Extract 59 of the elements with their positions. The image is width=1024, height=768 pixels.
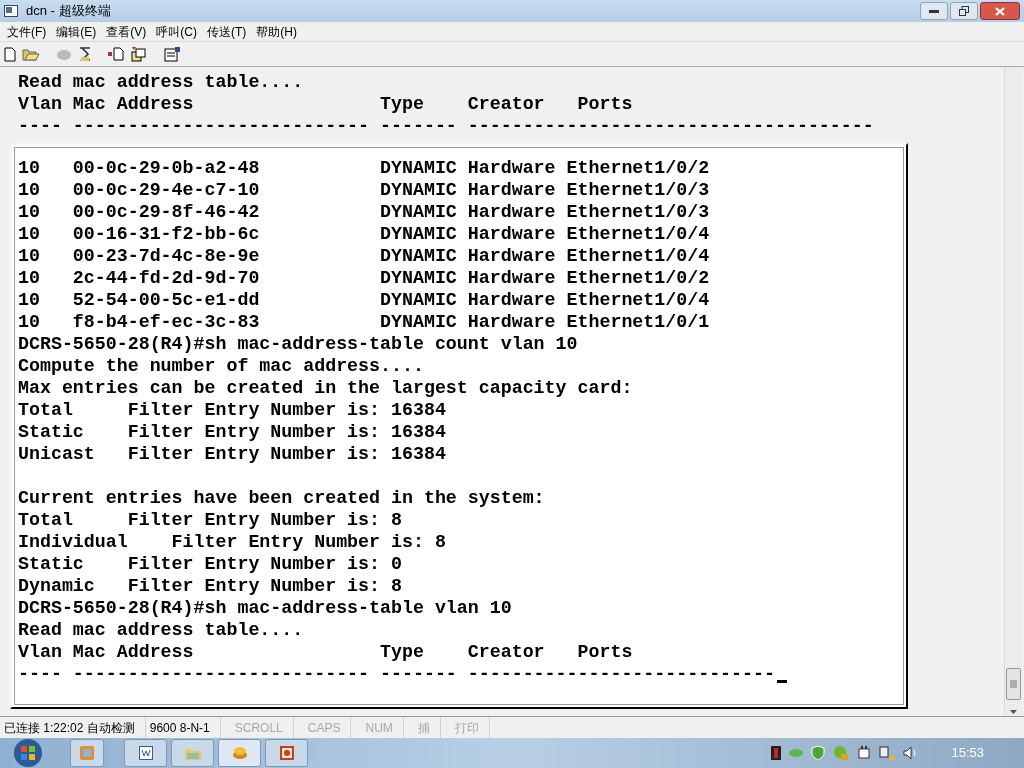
terminal-line: 10 00-0c-29-4e-c7-10 DYNAMIC Hardware Ethernet1/0/3 (18, 179, 710, 201)
terminal-line: Individual Filter Entry Number is: 8 (18, 531, 446, 553)
power-plug-icon[interactable] (857, 745, 872, 761)
presentation-icon (279, 746, 294, 760)
terminal-line: Static Filter Entry Number is: 16384 (18, 421, 446, 443)
window-title: dcn - 超级终端 (26, 2, 111, 21)
restore-icon (959, 6, 969, 16)
film-icon[interactable] (771, 746, 782, 760)
terminal-line: Read mac address table.... (18, 619, 304, 641)
terminal-line: 10 2c-44-fd-2d-9d-70 DYNAMIC Hardware Ethernet1/0/2 (18, 267, 710, 289)
menu-item[interactable]: 文件(F) (2, 22, 52, 41)
terminal-line: 10 00-16-31-f2-bb-6c DYNAMIC Hardware Ethernet1/0/4 (18, 223, 710, 245)
taskbar-app-button[interactable] (265, 739, 308, 767)
send-file-icon[interactable] (108, 47, 124, 61)
terminal-line: Read mac address table.... (18, 71, 304, 93)
terminal-line: 10 f8-b4-ef-ec-3c-83 DYNAMIC Hardware Ethernet1/0/1 (18, 311, 710, 333)
terminal-line: Max entries can be created in the largest capacity card: (18, 377, 633, 399)
terminal-line: Static Filter Entry Number is: 0 (18, 553, 402, 575)
folder-icon (184, 746, 201, 760)
terminal-line: DCRS-5650-28(R4)#sh mac-address-table count vlan 10 (18, 333, 578, 355)
terminal-line: 10 00-0c-29-0b-a2-48 DYNAMIC Hardware Ethernet1/0/2 (18, 157, 710, 179)
terminal-line: DCRS-5650-28(R4)#sh mac-address-table vlan 10 (18, 597, 512, 619)
terminal-line: Dynamic Filter Entry Number is: 8 (18, 575, 402, 597)
terminal-line: 10 52-54-00-5c-e1-dd DYNAMIC Hardware Ethernet1/0/4 (18, 289, 710, 311)
minimize-button[interactable] (920, 2, 948, 20)
new-file-icon[interactable] (4, 46, 16, 62)
network-warning-icon[interactable] (879, 745, 896, 761)
terminal-line: Unicast Filter Entry Number is: 16384 (18, 443, 446, 465)
scrollbar-thumb[interactable] (1006, 668, 1021, 700)
taskbar-app-button[interactable] (124, 739, 167, 767)
close-icon (995, 6, 1005, 16)
terminal-line: Current entries have been created in the system: (18, 487, 545, 509)
terminal-line: Vlan Mac Address Type Creator Ports (18, 93, 633, 115)
menu-item[interactable]: 查看(V) (101, 22, 152, 41)
restore-button[interactable] (950, 2, 978, 20)
document-icon (138, 746, 153, 760)
open-folder-icon[interactable] (22, 47, 40, 61)
menu-item[interactable]: 传送(T) (202, 22, 252, 41)
terminal-line: 10 00-0c-29-8f-46-42 DYNAMIC Hardware Ethernet1/0/3 (18, 201, 710, 223)
close-button[interactable] (980, 2, 1020, 20)
shield-icon[interactable] (811, 745, 826, 761)
receive-file-icon[interactable] (130, 46, 146, 62)
grip-icon (1010, 680, 1017, 688)
terminal-line: 10 00-23-7d-4c-8e-9e DYNAMIC Hardware Ethernet1/0/4 (18, 245, 710, 267)
terminal-app-icon (4, 5, 18, 17)
terminal-line: Compute the number of mac address.... (18, 355, 424, 377)
menu-item[interactable]: 编辑(E) (51, 22, 102, 41)
terminal-line: ---- --------------------------- ------- ------------------------------------- (18, 115, 874, 137)
terminal-line: Total Filter Entry Number is: 8 (18, 509, 402, 531)
terminal-line: Total Filter Entry Number is: 16384 (18, 399, 446, 421)
properties-icon[interactable] (164, 46, 181, 62)
scroll-down-icon[interactable] (1010, 710, 1017, 714)
terminal-line: Vlan Mac Address Type Creator Ports (18, 641, 633, 663)
menu-item[interactable]: 帮助(H) (251, 22, 302, 41)
menu-item[interactable]: 呼叫(C) (151, 22, 202, 41)
window-icon (80, 746, 94, 760)
scrollbar[interactable] (1004, 67, 1022, 716)
terminal-line: ---- --------------------------- ------- ---------------------------- (18, 663, 775, 685)
minimize-icon (929, 9, 939, 13)
